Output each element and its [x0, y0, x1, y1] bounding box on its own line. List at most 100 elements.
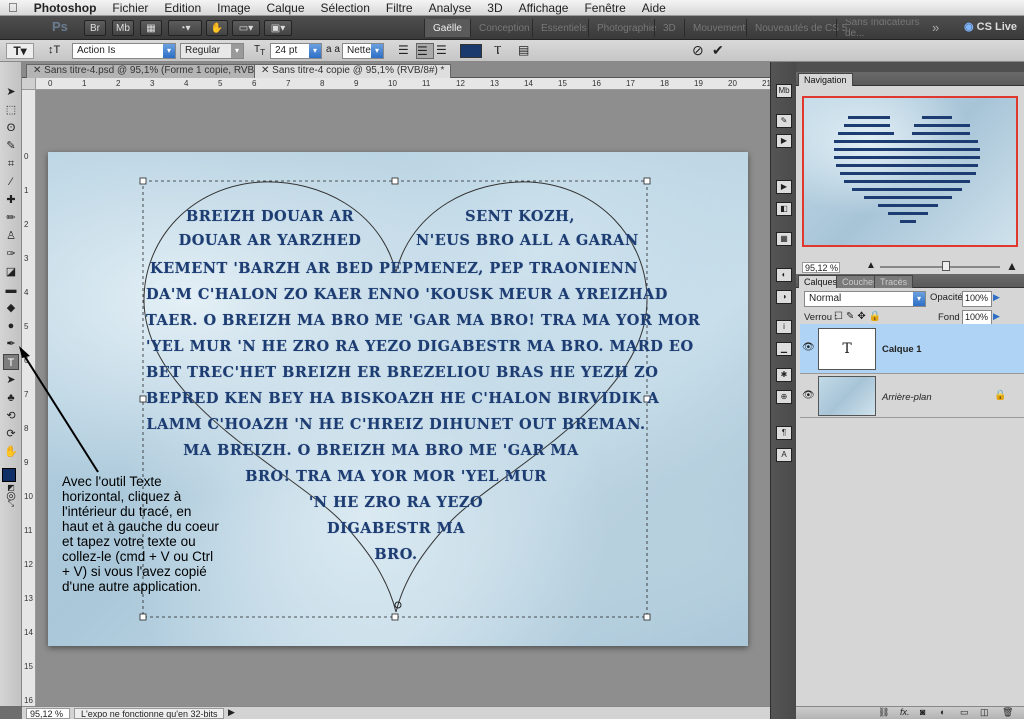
font-style-select[interactable]: Regular ▾	[180, 43, 244, 59]
menu-analyse[interactable]: Analyse	[421, 1, 480, 15]
menu-edition[interactable]: Edition	[156, 1, 209, 15]
mini-bridge-icon[interactable]: Mb	[776, 84, 792, 98]
tab-document-2[interactable]: ✕ Sans titre-4 copie @ 95,1% (RVB/8#) *	[254, 64, 452, 78]
history-icon[interactable]: ✎	[776, 114, 792, 128]
text-color-swatch[interactable]	[460, 44, 482, 58]
masks-icon[interactable]: ◐	[776, 268, 792, 282]
info-icon[interactable]: i	[776, 320, 792, 334]
menu-affichage[interactable]: Affichage	[511, 1, 577, 15]
cancel-icon[interactable]: ⊘	[692, 42, 704, 59]
layer-row-calque-1[interactable]: 👁 T Calque 1	[800, 324, 1024, 374]
new-layer-icon[interactable]: ◫	[980, 707, 989, 718]
blur-tool-icon[interactable]: ◆	[3, 300, 19, 316]
eye-icon[interactable]: 👁	[802, 390, 815, 401]
antialias-select[interactable]: Nette ▾	[342, 43, 384, 59]
clone-stamp-icon[interactable]: ♙	[3, 228, 19, 244]
menu-calque[interactable]: Calque	[258, 1, 312, 15]
workspace-mouvement[interactable]: Mouvement	[684, 19, 753, 37]
histogram-icon[interactable]: ▁	[776, 342, 792, 356]
bridge-icon[interactable]: Br	[84, 20, 106, 36]
marquee-tool-icon[interactable]: ⬚	[3, 102, 19, 118]
3d-orbit-icon[interactable]: ⟳	[3, 426, 19, 442]
character-panel-icon[interactable]: ▤	[518, 43, 529, 57]
tool-preset-picker[interactable]: T▾	[6, 43, 34, 59]
align-right-icon[interactable]: ☰	[436, 43, 452, 59]
menu-filtre[interactable]: Filtre	[378, 1, 421, 15]
zoom-level-icon[interactable]: ◔▾	[168, 20, 202, 36]
zoom-out-icon[interactable]: ▲	[866, 260, 876, 271]
workspace-essentiels[interactable]: Essentiels	[532, 19, 595, 37]
zoom-in-icon[interactable]: ▲	[1006, 259, 1018, 273]
workspace-sans-indicateurs[interactable]: Sans Indicateurs de...	[836, 19, 928, 37]
zoom-field[interactable]: 95,12 %	[26, 708, 70, 719]
styles-icon[interactable]: ◧	[776, 202, 792, 216]
hand-icon[interactable]: ✋	[206, 20, 228, 36]
brush-tool-icon[interactable]: ✏	[3, 210, 19, 226]
dodge-tool-icon[interactable]: ●	[3, 318, 19, 334]
close-icon[interactable]: ✕	[261, 65, 272, 76]
warp-text-icon[interactable]: Ⲧ	[494, 43, 501, 58]
adjustment-icon[interactable]: ◐	[940, 707, 945, 717]
opacity-arrow-icon[interactable]: ▶	[993, 292, 1000, 303]
layer-row-arriere-plan[interactable]: 👁 Arrière-plan 🔒	[800, 374, 1024, 418]
menu-image[interactable]: Image	[209, 1, 258, 15]
font-size-select[interactable]: 24 pt ▾	[270, 43, 322, 59]
history-brush-icon[interactable]: ✑	[3, 246, 19, 262]
character-icon[interactable]: A	[776, 448, 792, 462]
blend-mode-select[interactable]: Normal ▾	[804, 291, 926, 307]
actions-icon[interactable]: ▶	[776, 134, 792, 148]
lock-icons[interactable]: ☐✎✥🔒	[834, 311, 884, 322]
tab-traces[interactable]: Tracés	[874, 275, 914, 288]
swatches-icon[interactable]: ▦	[776, 232, 792, 246]
lasso-tool-icon[interactable]: ʘ	[3, 120, 19, 136]
text-tool-icon[interactable]: T	[3, 354, 19, 370]
eye-icon[interactable]: 👁	[802, 342, 815, 353]
menu-app[interactable]: Photoshop	[26, 1, 105, 15]
workspace-overflow-button[interactable]: »	[932, 20, 939, 35]
navigator-zoom-field[interactable]: 95,12 %	[802, 262, 840, 273]
navigator-thumbnail[interactable]	[802, 96, 1018, 247]
menu-3d[interactable]: 3D	[479, 1, 510, 15]
clone-source-icon[interactable]: ⊕	[776, 390, 792, 404]
link-icon[interactable]: ⛓	[878, 707, 889, 718]
path-selection-icon[interactable]: ➤	[3, 372, 19, 388]
opacity-field[interactable]: 100%	[962, 291, 992, 307]
fx-icon[interactable]: fx.	[900, 707, 910, 717]
arrange-icon[interactable]: ▭▾	[232, 20, 260, 36]
apple-menu[interactable]: 	[0, 0, 26, 15]
workspace-conception[interactable]: Conception	[470, 19, 538, 37]
close-icon[interactable]: ✕	[33, 65, 44, 76]
cs-live-button[interactable]: ◉ CS Live	[964, 20, 1017, 33]
eraser-tool-icon[interactable]: ◪	[3, 264, 19, 280]
trash-icon[interactable]: 🗑	[1002, 707, 1013, 718]
foreground-color-swatch[interactable]	[2, 468, 16, 482]
layer-name[interactable]: Calque 1	[882, 344, 922, 355]
layer-name[interactable]: Arrière-plan	[882, 392, 932, 403]
quick-mask-icon[interactable]: ◎	[3, 488, 19, 504]
font-family-select[interactable]: Action Is ▾	[72, 43, 176, 59]
ruler-origin[interactable]	[22, 78, 36, 90]
3d-rotate-icon[interactable]: ⟲	[3, 408, 19, 424]
workspace-3d[interactable]: 3D	[654, 19, 684, 37]
extras-icon[interactable]: ▦	[140, 20, 162, 36]
eyedropper-tool-icon[interactable]: ⁄	[3, 174, 19, 190]
align-left-icon[interactable]: ☰	[398, 43, 414, 59]
move-tool-icon[interactable]: ➤	[3, 84, 19, 100]
status-menu-arrow-icon[interactable]: ▶	[228, 707, 235, 718]
fill-arrow-icon[interactable]: ▶	[993, 311, 1000, 322]
align-center-icon[interactable]: ☰	[416, 43, 434, 59]
brushes-icon[interactable]: ✱	[776, 368, 792, 382]
menu-fichier[interactable]: Fichier	[104, 1, 156, 15]
zoom-slider-thumb[interactable]	[941, 261, 950, 271]
tab-document-1[interactable]: ✕ Sans titre-4.psd @ 95,1% (Forme 1 copi…	[26, 64, 286, 78]
workspace-gaelle[interactable]: Gaëlle	[424, 19, 470, 37]
minibridge-icon[interactable]: Mb	[112, 20, 134, 36]
commit-icon[interactable]: ✔	[712, 42, 724, 59]
mask-icon[interactable]: ◙	[920, 707, 925, 717]
shape-tool-icon[interactable]: ♣	[3, 390, 19, 406]
tab-navigation[interactable]: Navigation	[798, 73, 853, 86]
menu-selection[interactable]: Sélection	[313, 1, 378, 15]
paragraph-icon[interactable]: ¶	[776, 426, 792, 440]
hand-tool-icon[interactable]: ✋	[3, 444, 19, 460]
healing-brush-icon[interactable]: ✚	[3, 192, 19, 208]
